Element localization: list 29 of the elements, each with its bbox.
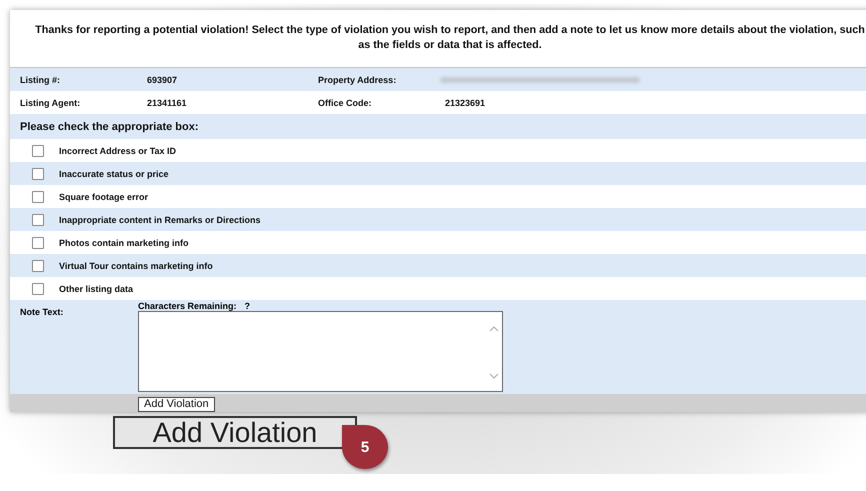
field-value: 21341161 [147, 98, 187, 108]
checkbox[interactable] [32, 144, 44, 156]
scroll-down-icon[interactable] [489, 373, 499, 379]
field-label: Property Address: [318, 74, 396, 84]
option-label: Inaccurate status or price [59, 168, 169, 178]
option-label: Other listing data [59, 284, 134, 294]
checkbox[interactable] [32, 236, 44, 248]
checkbox[interactable] [32, 168, 44, 180]
scroll-up-icon[interactable] [489, 326, 499, 332]
add-violation-button[interactable]: Add Violation [138, 397, 215, 412]
checkbox[interactable] [32, 214, 44, 226]
option-label: Incorrect Address or Tax ID [59, 146, 176, 156]
field-label: Note Text: [20, 307, 64, 319]
checkbox[interactable] [32, 260, 44, 272]
field-label: Office Code: [318, 98, 372, 108]
option-label: Square footage error [59, 192, 148, 202]
field-value: 21323691 [445, 98, 486, 108]
field-value: 693907 [147, 74, 178, 84]
counter-value: ? [244, 300, 250, 310]
checkbox[interactable] [32, 282, 44, 294]
section-heading: Please check the appropriate box: [10, 114, 866, 139]
option-label: Inappropriate content in Remarks or Directions [59, 214, 261, 224]
counter-label: Characters Remaining: [138, 300, 237, 310]
note-text-field[interactable] [138, 311, 503, 392]
field-label: Listing Agent: [20, 98, 80, 108]
field-label: Listing #: [20, 74, 60, 84]
option-label: Virtual Tour contains marketing info [59, 260, 213, 270]
option-label: Photos contain marketing info [59, 238, 189, 248]
checkbox[interactable] [32, 190, 44, 202]
